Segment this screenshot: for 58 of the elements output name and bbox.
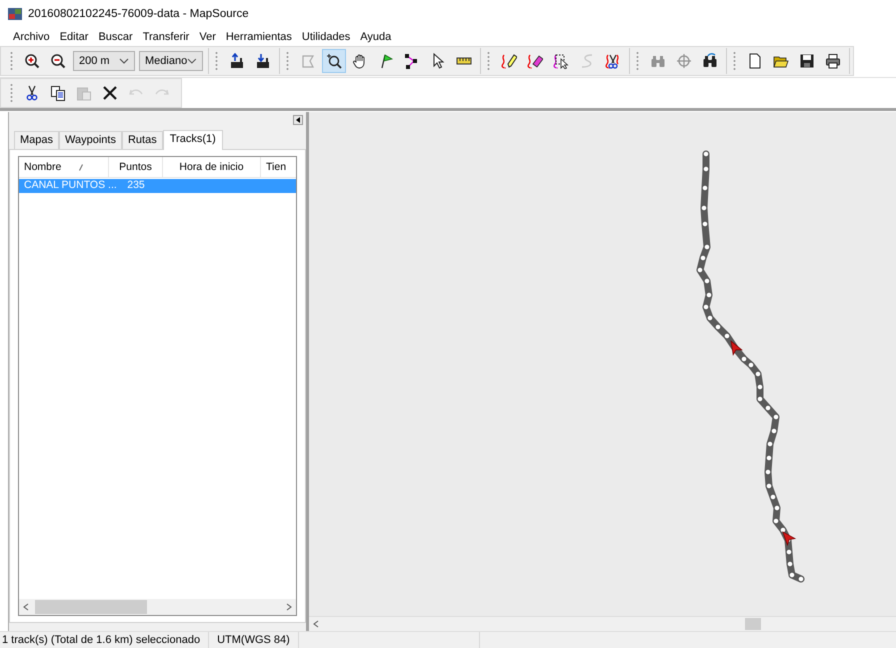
download-icon [255,53,271,69]
menu-item[interactable]: Editar [54,31,94,43]
crosshair-icon [676,53,692,69]
chevron-down-icon [119,58,129,64]
menu-item[interactable]: Ver [194,31,221,43]
tab[interactable]: Tracks(1) [162,130,223,150]
tab[interactable]: Mapas [14,131,60,149]
chevron-right-icon[interactable] [286,603,292,611]
status-text: UTM(WGS 84) [209,632,299,648]
pencil-icon [501,53,517,69]
scissors-icon [24,85,40,101]
chevron-left-icon[interactable] [313,620,319,628]
route-icon [404,53,420,69]
triangle-left-icon [296,117,300,123]
collapse-button[interactable] [293,115,303,125]
eraser-icon [527,53,543,69]
zoom-out-icon [50,53,66,69]
menu-item[interactable]: Ayuda [355,31,396,43]
track-drawing[interactable] [696,150,804,582]
chevron-left-icon[interactable] [23,603,29,611]
column-header[interactable]: Tien [266,161,286,173]
window-title: 20160802102245-76009-data - MapSource [28,8,249,20]
lasso-select-icon [553,53,569,69]
horizontal-scrollbar[interactable] [19,599,296,615]
chevron-down-icon [187,58,197,64]
clipboard-icon [76,85,92,101]
app-icon [8,8,22,20]
dropdown[interactable]: 200 m [73,51,135,71]
delete-icon [102,85,118,101]
menu-item[interactable]: Utilidades [296,31,356,43]
squiggle-icon [579,53,595,69]
scrollbar-thumb[interactable] [35,600,147,614]
column-header[interactable]: Nombre [24,161,62,173]
tab[interactable]: Waypoints [59,131,122,149]
binoculars-icon [650,53,666,69]
magnifier-icon [326,53,342,69]
menu-item[interactable]: Transferir [138,31,194,43]
zoom-in-icon [24,53,40,69]
binoculars-icon [702,53,718,69]
menu-item[interactable]: Archivo [8,31,55,43]
scissors-icon [605,53,621,69]
horizontal-scrollbar[interactable] [309,616,896,631]
scrollbar-thumb[interactable] [745,618,761,630]
tab[interactable]: Rutas [122,131,163,149]
column-header[interactable]: Puntos [119,161,152,173]
column-header[interactable]: Hora de inicio [179,161,244,173]
magnifier-button[interactable] [322,49,346,73]
save-icon [799,53,815,69]
dropdown[interactable]: Mediano [139,51,203,71]
sort-icon [79,164,83,171]
document-icon [747,53,763,69]
status-text: 1 track(s) (Total de 1.6 km) seleccionado [0,632,210,648]
menu-item[interactable]: Herramientas [220,31,297,43]
menu-item[interactable]: Buscar [93,31,138,43]
copy-icon [50,85,66,101]
printer-icon [825,53,841,69]
upload-icon [229,53,245,69]
polygon-icon [300,53,316,69]
